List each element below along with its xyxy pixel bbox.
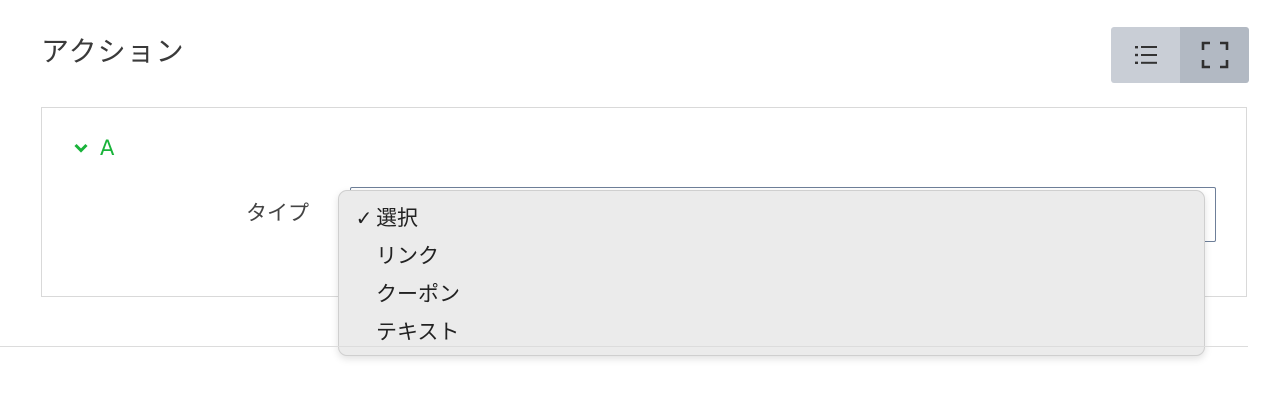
- type-field-label: タイプ: [246, 201, 309, 225]
- dropdown-option-link[interactable]: リンク: [339, 237, 1204, 275]
- action-group-name: A: [100, 136, 115, 160]
- dropdown-option-coupon[interactable]: クーポン: [339, 275, 1204, 313]
- divider: [0, 346, 1248, 347]
- option-label: クーポン: [376, 282, 460, 306]
- chevron-down-icon: [74, 143, 88, 153]
- section-title: アクション: [41, 35, 185, 68]
- page: アクション A タイプ ✓ 選択 リンク クーポン テキスト: [0, 0, 1280, 404]
- view-toggle: [1111, 27, 1249, 83]
- list-view-button[interactable]: [1111, 27, 1180, 83]
- type-dropdown-menu: ✓ 選択 リンク クーポン テキスト: [338, 190, 1205, 356]
- list-icon: [1134, 46, 1157, 64]
- fullscreen-button[interactable]: [1180, 27, 1249, 83]
- checkmark-icon: ✓: [355, 206, 373, 230]
- dropdown-option-select[interactable]: ✓ 選択: [339, 199, 1204, 237]
- action-group-toggle[interactable]: A: [74, 134, 114, 162]
- fullscreen-icon: [1201, 41, 1228, 69]
- option-label: 選択: [376, 206, 418, 230]
- option-label: リンク: [376, 244, 439, 268]
